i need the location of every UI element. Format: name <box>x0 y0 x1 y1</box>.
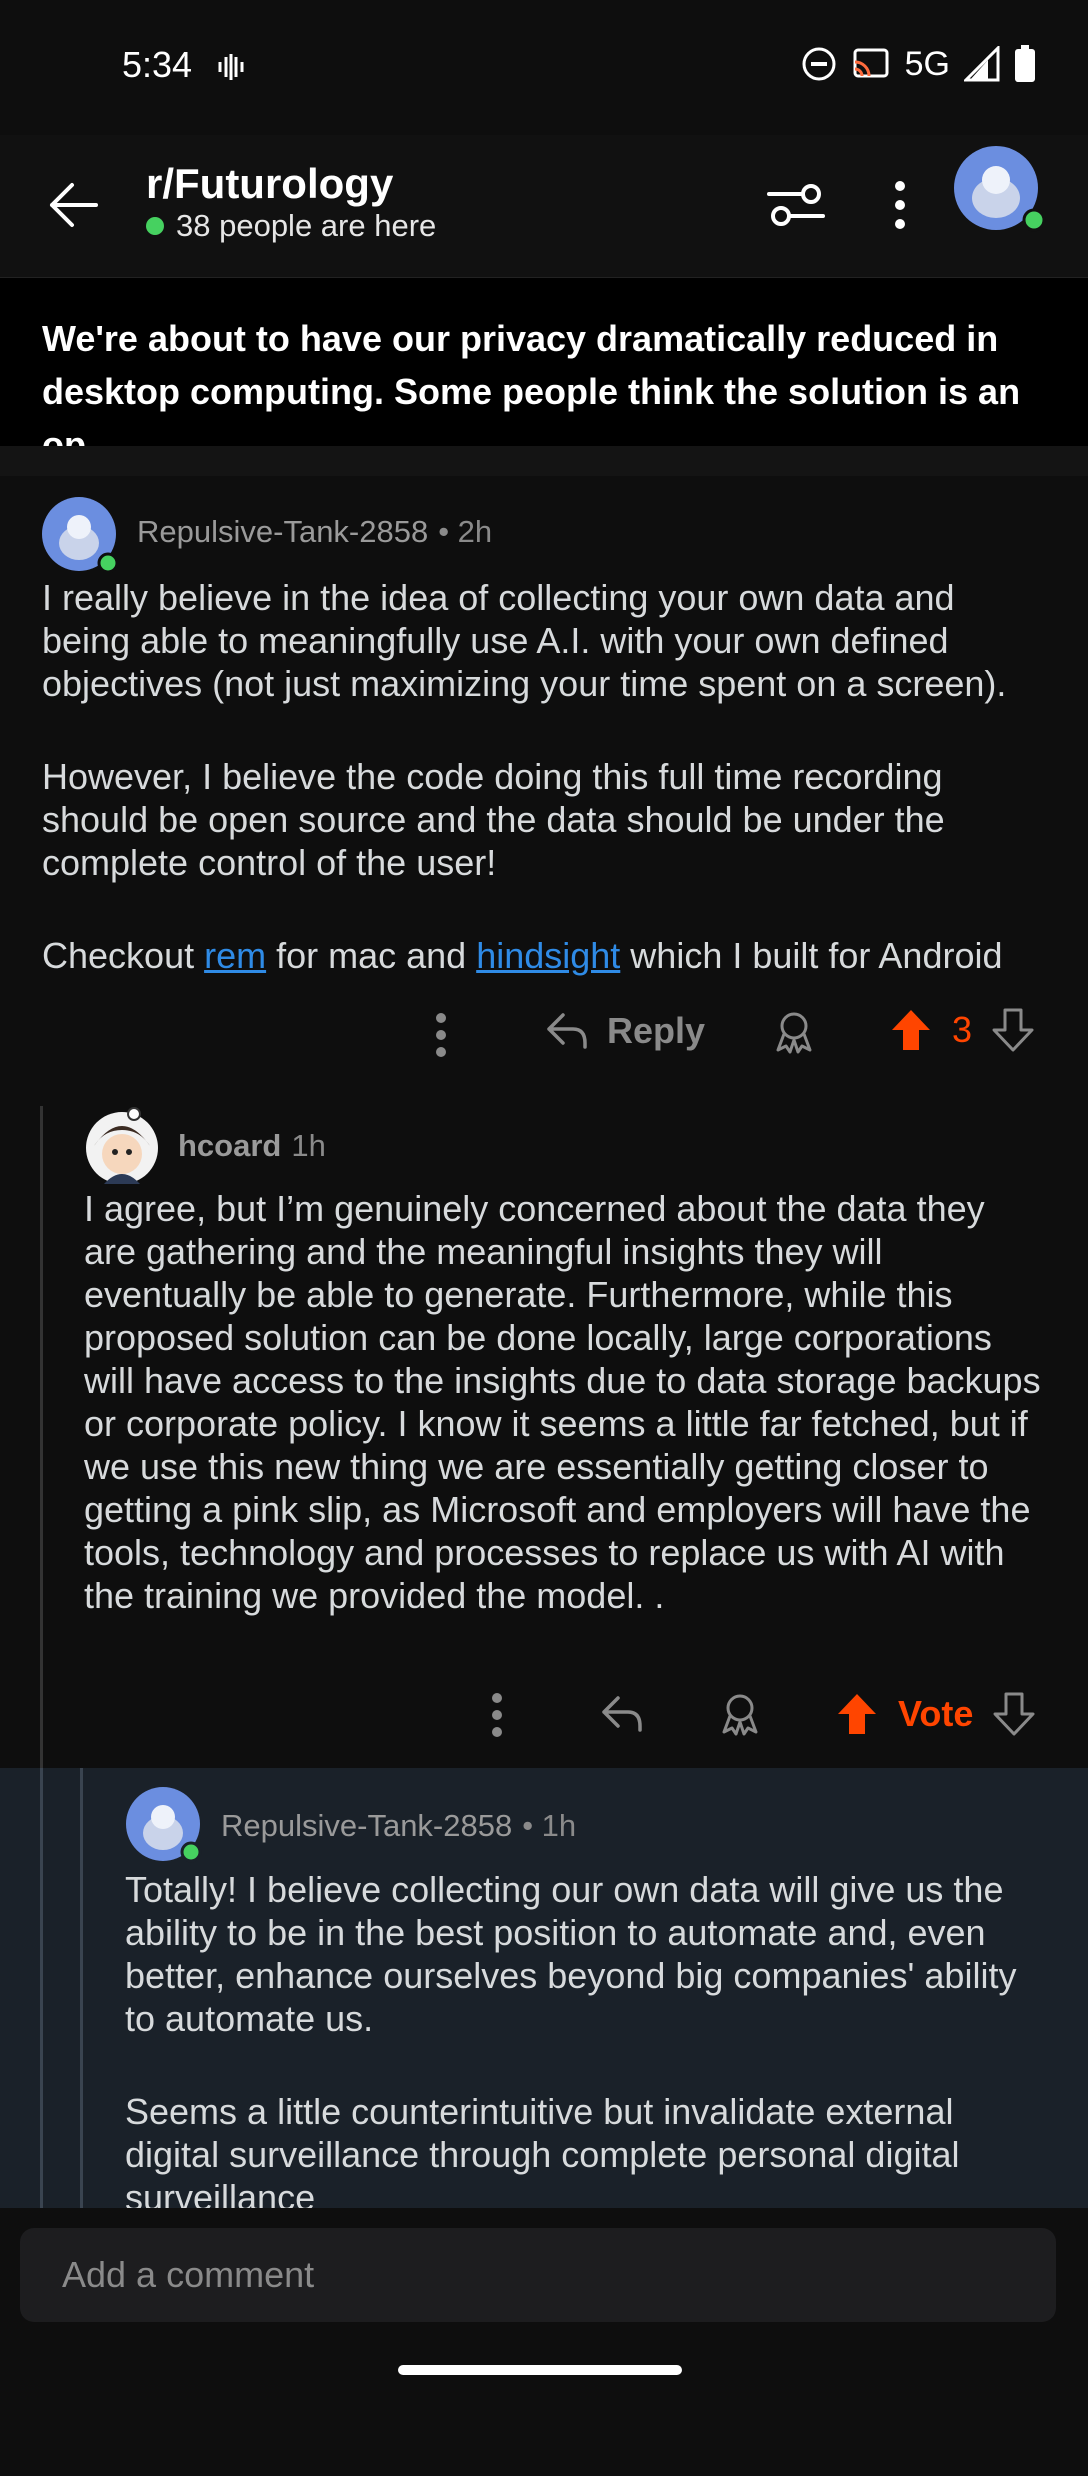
vote-label: Vote <box>898 1693 974 1734</box>
comment-body: I really believe in the idea of collecti… <box>42 576 1052 977</box>
thread-line[interactable] <box>80 1768 83 2208</box>
downvote-icon[interactable] <box>992 1008 1034 1052</box>
signal-icon <box>964 46 1000 82</box>
award-icon[interactable] <box>718 1692 762 1741</box>
status-right: 5G <box>801 44 1036 84</box>
home-indicator[interactable] <box>398 2365 682 2375</box>
comment-avatar[interactable] <box>42 497 119 574</box>
add-comment-input[interactable]: Add a comment <box>20 2228 1056 2322</box>
link-rem[interactable]: rem <box>204 935 266 976</box>
comment-avatar[interactable] <box>125 1786 203 1864</box>
vote-control: Vote <box>836 1692 1035 1736</box>
comment-username[interactable]: Repulsive-Tank-2858 <box>221 1808 512 1844</box>
reply-icon[interactable] <box>600 1694 644 1739</box>
online-text: 38 people are here <box>176 208 437 243</box>
reply-button[interactable]: Reply <box>545 1010 705 1052</box>
upvote-icon[interactable] <box>836 1692 878 1736</box>
comment-more-icon[interactable] <box>486 1692 508 1743</box>
comment-age: 1h <box>291 1128 326 1163</box>
post-title-banner[interactable]: We're about to have our privacy dramatic… <box>0 278 1088 465</box>
dnd-icon <box>802 47 836 81</box>
comment-meta: hcoard 1h <box>178 1128 326 1164</box>
comment-more-icon[interactable] <box>430 1012 452 1063</box>
network-label: 5G <box>904 44 950 83</box>
award-icon[interactable] <box>772 1010 816 1059</box>
upvote-icon[interactable] <box>890 1008 932 1052</box>
downvote-icon[interactable] <box>993 1692 1035 1736</box>
link-hindsight[interactable]: hindsight <box>476 935 620 976</box>
cast-icon <box>853 48 889 78</box>
more-options-icon[interactable] <box>880 180 920 230</box>
comment-username[interactable]: Repulsive-Tank-2858 <box>137 514 428 550</box>
comment-meta: Repulsive-Tank-2858 • 1h <box>221 1808 576 1844</box>
text-segment: for mac and <box>266 935 477 976</box>
comment-paragraph: Checkout rem for mac and hindsight which… <box>42 934 1052 977</box>
vote-count: 3 <box>952 1009 973 1050</box>
comment-meta: Repulsive-Tank-2858 • 2h <box>137 514 492 550</box>
online-dot-icon <box>146 217 164 235</box>
vote-control: 3 <box>890 1008 1034 1052</box>
status-bar: 5:34 5G <box>0 0 1088 135</box>
comment-body: I agree, but I’m genuinely concerned abo… <box>84 1188 1041 1616</box>
comment-paragraph: However, I believe the code doing this f… <box>42 756 945 883</box>
comment-body: Totally! I believe collecting our own da… <box>125 1868 1050 2219</box>
comment-username[interactable]: hcoard <box>178 1128 281 1164</box>
comment-age: • 1h <box>522 1808 577 1843</box>
user-avatar[interactable] <box>954 146 1046 232</box>
thread-line[interactable] <box>40 1768 43 2208</box>
comment-age: • 2h <box>438 514 493 549</box>
divider <box>0 446 1088 476</box>
vibrate-icon <box>216 52 246 87</box>
online-count: 38 people are here <box>146 208 436 244</box>
subreddit-title[interactable]: r/Futurology <box>146 160 393 208</box>
comment-avatar[interactable] <box>84 1106 160 1184</box>
text-segment: Checkout <box>42 935 205 976</box>
reply-label: Reply <box>607 1010 706 1051</box>
sort-filter-icon[interactable] <box>765 180 827 230</box>
battery-icon <box>1015 45 1035 82</box>
reply-icon <box>547 1013 587 1049</box>
back-icon[interactable] <box>42 175 102 235</box>
comment-paragraph: Seems a little counterintuitive but inva… <box>125 2091 960 2218</box>
comment-paragraph: I really believe in the idea of collecti… <box>42 577 1007 704</box>
text-segment: which I built for Android <box>620 935 1003 976</box>
comment-paragraph: Totally! I believe collecting our own da… <box>125 1869 1017 2039</box>
status-time: 5:34 <box>122 44 193 85</box>
